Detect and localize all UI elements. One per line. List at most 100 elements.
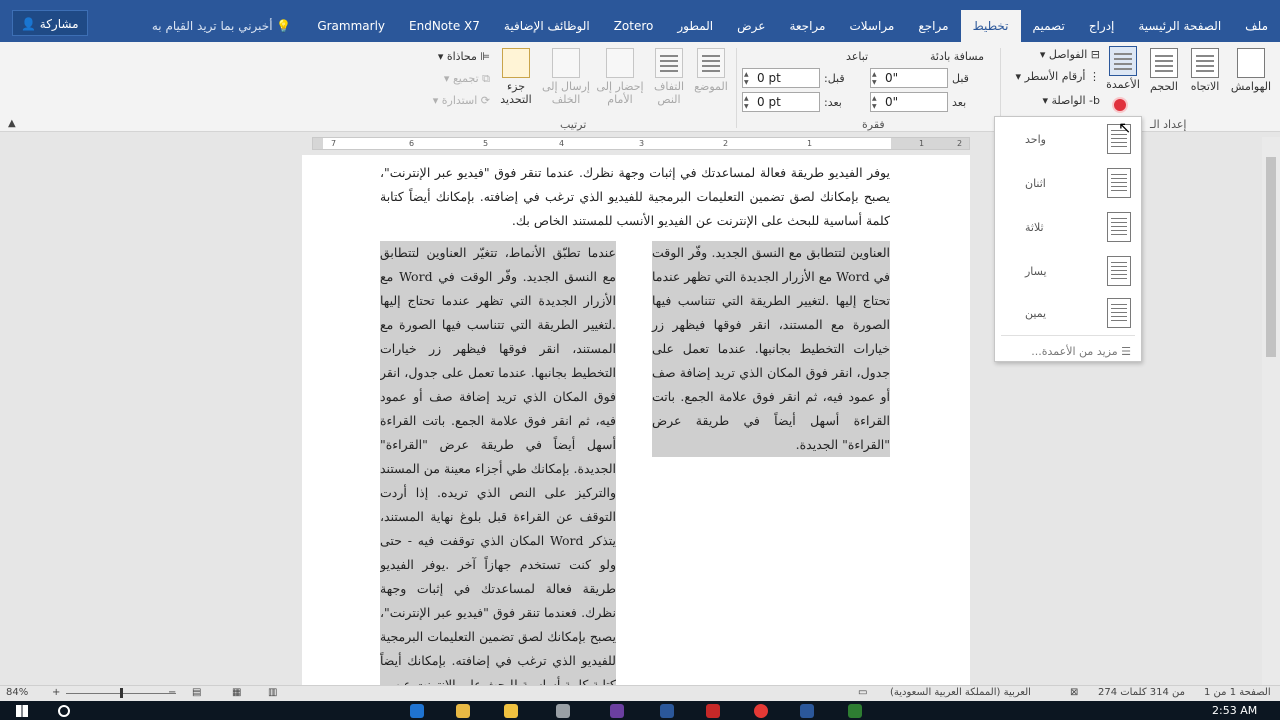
ruler-left-margin: [313, 138, 323, 149]
collapse-ribbon-icon[interactable]: ▲: [8, 118, 16, 129]
position-button[interactable]: الموضع: [690, 48, 732, 93]
columns-option-two[interactable]: اثنان: [1005, 163, 1131, 203]
columns-option-left[interactable]: يسار: [1005, 251, 1131, 291]
columns-option-one[interactable]: واحد: [1005, 119, 1131, 159]
mouse-cursor-icon: ↖: [1118, 118, 1132, 137]
tab-review[interactable]: مراجعة: [777, 10, 837, 42]
hyphenation-label: الواصلة: [1051, 94, 1086, 107]
orientation-button[interactable]: الاتجاه: [1184, 48, 1226, 93]
tab-references[interactable]: مراجع: [906, 10, 960, 42]
files-icon[interactable]: [504, 704, 518, 718]
group-button[interactable]: ⧉ تجميع ▾: [428, 72, 490, 86]
tab-insert[interactable]: إدراج: [1077, 10, 1127, 42]
tab-file[interactable]: ملف: [1233, 10, 1280, 42]
columns-option-label: واحد: [1025, 132, 1046, 146]
app-icon[interactable]: [660, 704, 674, 718]
ruler-number: 6: [409, 139, 415, 148]
line-numbers-button[interactable]: ⋮ أرقام الأسطر ▾: [1006, 70, 1100, 83]
align-button[interactable]: ⊫ محاذاة ▾: [424, 50, 490, 63]
left-column-icon: [1107, 256, 1131, 286]
columns-option-label: اثنان: [1025, 176, 1046, 190]
excel-icon[interactable]: [848, 704, 862, 718]
chrome-icon[interactable]: [754, 704, 768, 718]
ruler-number: 2: [957, 139, 963, 148]
tab-zotero[interactable]: Zotero: [602, 10, 666, 42]
vertical-scrollbar[interactable]: [1262, 137, 1280, 685]
macro-icon[interactable]: ▭: [858, 687, 867, 698]
wrap-text-button[interactable]: التفاف النص: [648, 48, 690, 106]
store-icon[interactable]: [556, 704, 570, 718]
orientation-label: الاتجاه: [1190, 80, 1220, 93]
spacing-after-input[interactable]: 0 pt: [742, 92, 820, 112]
tab-view[interactable]: عرض: [725, 10, 777, 42]
proofing-icon[interactable]: ⊠: [1070, 687, 1078, 698]
indent-before-input[interactable]: 0": [870, 68, 948, 88]
margins-button[interactable]: الهوامش: [1226, 48, 1276, 93]
word-icon[interactable]: [800, 704, 814, 718]
align-icon: ⊫: [480, 50, 490, 63]
language-indicator[interactable]: العربية (المملكة العربية السعودية): [890, 687, 1031, 698]
print-layout-icon[interactable]: ▦: [232, 687, 241, 698]
separator: [1001, 335, 1135, 336]
spacing-after-value: 0 pt: [757, 95, 781, 109]
tell-me-box[interactable]: 💡 أخبرني بما تريد القيام به: [138, 10, 305, 42]
zoom-in-icon[interactable]: +: [52, 687, 60, 698]
read-mode-icon[interactable]: ▥: [268, 687, 277, 698]
tab-grammarly[interactable]: Grammarly: [305, 10, 397, 42]
edge-icon[interactable]: [410, 704, 424, 718]
size-button[interactable]: الحجم: [1144, 48, 1184, 93]
tab-endnote[interactable]: EndNote X7: [397, 10, 492, 42]
indent-label: مسافة بادئة: [930, 50, 984, 63]
left-column-text[interactable]: عندما تطبّق الأنماط، تتغيّر العناوين لتت…: [380, 241, 616, 685]
intro-paragraph[interactable]: يوفر الفيديو طريقة فعالة لمساعدتك في إثب…: [380, 161, 890, 233]
breaks-label: الفواصل: [1048, 48, 1088, 61]
wrap-text-icon: [655, 48, 683, 78]
windows-taskbar: 2:53 AM: [0, 701, 1280, 720]
word-count[interactable]: 274 من 314 كلمات: [1098, 687, 1185, 698]
tab-home[interactable]: الصفحة الرئيسية: [1126, 10, 1233, 42]
columns-option-label: يمين: [1025, 306, 1047, 320]
bring-forward-button[interactable]: إحضار إلى الأمام: [594, 48, 646, 106]
indent-after-input[interactable]: 0": [870, 92, 948, 112]
visual-studio-icon[interactable]: [610, 704, 624, 718]
document-page[interactable]: يوفر الفيديو طريقة فعالة لمساعدتك في إثب…: [302, 155, 970, 685]
right-column-text[interactable]: العناوين لتتطابق مع النسق الجديد. وفّر ا…: [652, 241, 890, 457]
zoom-out-icon[interactable]: −: [168, 687, 176, 698]
share-button[interactable]: 👤 مشاركة: [12, 10, 88, 36]
rotate-button[interactable]: ⟳ استدارة ▾: [420, 94, 490, 107]
columns-button[interactable]: الأعمدة: [1102, 46, 1144, 91]
web-layout-icon[interactable]: ▤: [192, 687, 201, 698]
tab-layout[interactable]: تخطيط: [960, 10, 1021, 42]
selection-pane-button[interactable]: جزء التحديد: [494, 48, 538, 106]
tab-design[interactable]: تصميم: [1021, 10, 1077, 42]
zoom-slider-thumb[interactable]: [120, 688, 123, 698]
folder-icon[interactable]: [456, 704, 470, 718]
acrobat-icon[interactable]: [706, 704, 720, 718]
zoom-level[interactable]: 84%: [6, 687, 28, 698]
bring-forward-label: إحضار إلى الأمام: [596, 80, 644, 106]
page-count[interactable]: الصفحة 1 من 1: [1204, 687, 1271, 698]
tab-addins[interactable]: الوظائف الإضافية: [492, 10, 602, 42]
send-backward-label: إرسال إلى الخلف: [541, 80, 590, 106]
hyphenation-button[interactable]: b‑ الواصلة ▾: [1030, 94, 1100, 107]
columns-option-three[interactable]: ثلاثة: [1005, 207, 1131, 247]
scrollbar-thumb[interactable]: [1266, 157, 1276, 357]
spacing-before-label: قبل:: [824, 72, 845, 85]
horizontal-ruler[interactable]: 7 6 5 4 3 2 1 1 2: [312, 137, 970, 150]
breaks-button[interactable]: ⊟ الفواصل ▾: [1020, 48, 1100, 61]
ruler-number: 4: [559, 139, 565, 148]
tab-mailings[interactable]: مراسلات: [837, 10, 906, 42]
tab-developer[interactable]: المطور: [665, 10, 725, 42]
columns-option-right[interactable]: يمين: [1005, 293, 1131, 333]
search-icon[interactable]: [58, 705, 70, 717]
send-backward-button[interactable]: إرسال إلى الخلف: [540, 48, 592, 106]
lightbulb-icon: 💡: [276, 19, 292, 33]
spacing-label: تباعد: [846, 50, 869, 63]
spacing-before-input[interactable]: 0 pt: [742, 68, 820, 88]
taskbar-clock[interactable]: 2:53 AM: [1212, 704, 1257, 717]
margins-label: الهوامش: [1230, 80, 1272, 93]
indent-after-label: بعد: [952, 96, 967, 109]
more-columns-button[interactable]: ☰ مزيد من الأعمدة...: [1031, 345, 1131, 358]
hyphenation-icon: b‑: [1089, 94, 1100, 107]
windows-start-icon[interactable]: [16, 705, 28, 717]
